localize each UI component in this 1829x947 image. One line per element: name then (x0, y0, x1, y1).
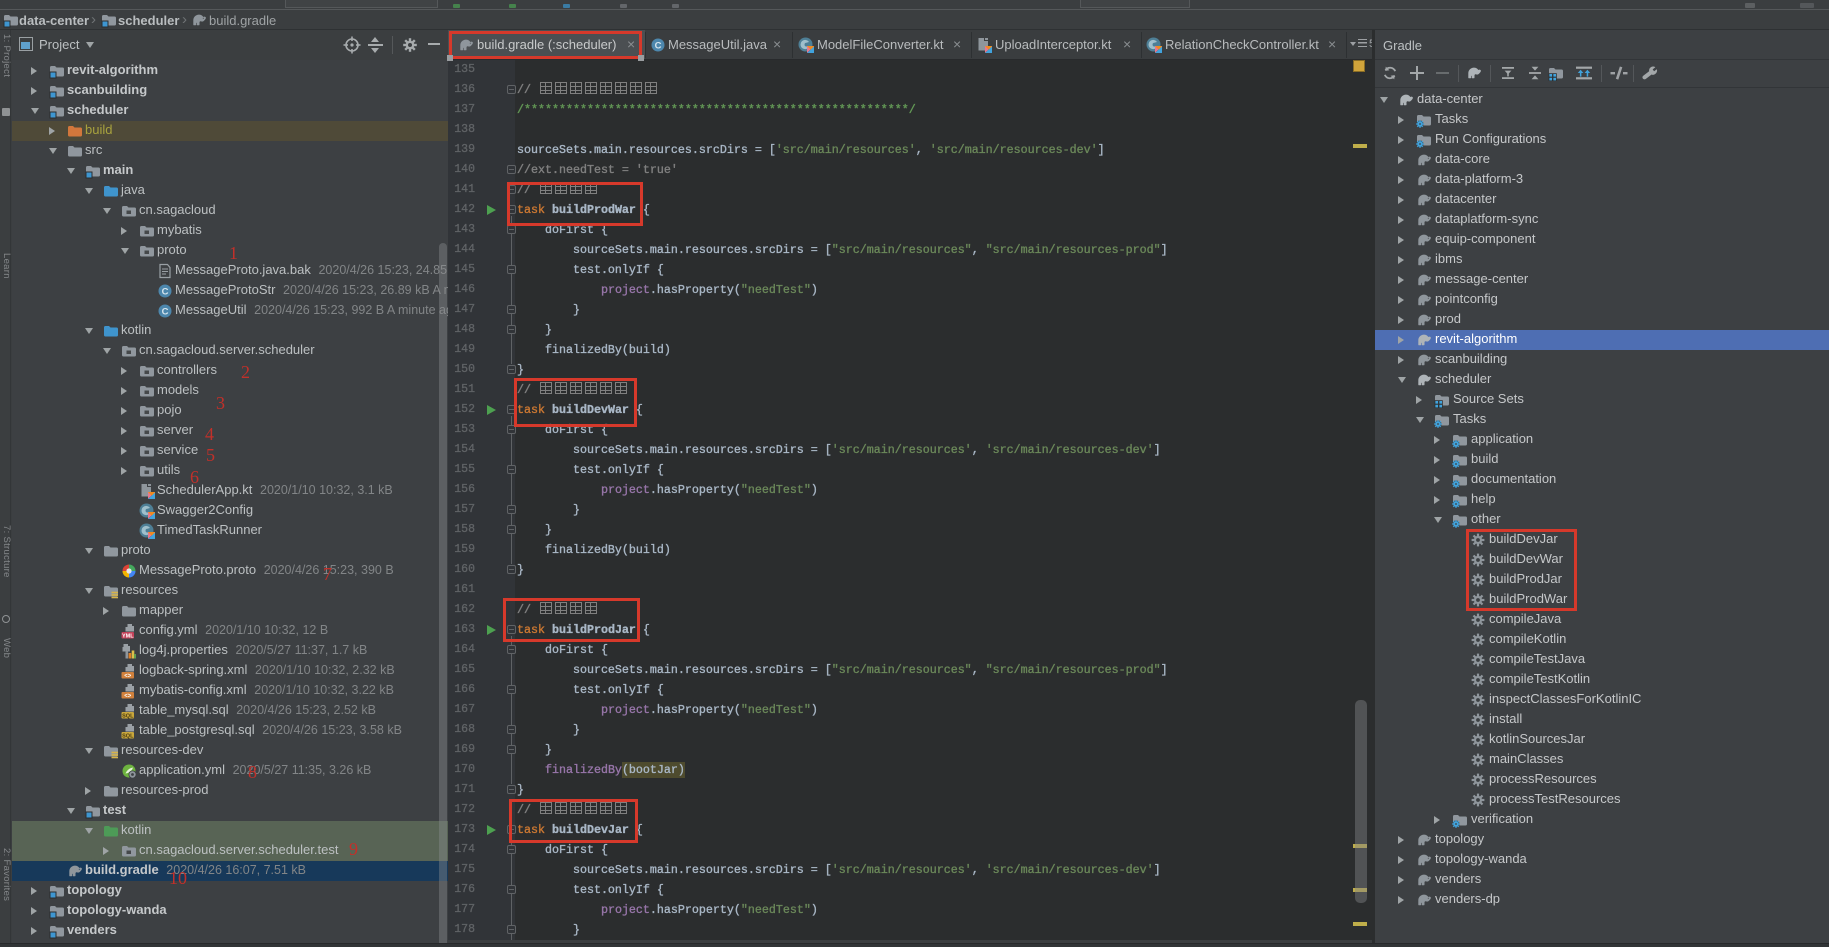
svg-text:C: C (162, 287, 169, 298)
svg-text:C: C (655, 41, 662, 52)
svg-text:YML: YML (122, 633, 134, 639)
svg-text:SQL: SQL (122, 733, 134, 739)
svg-text:SQL: SQL (122, 713, 134, 719)
svg-text:<>: <> (124, 674, 132, 679)
svg-text:<>: <> (124, 694, 132, 699)
svg-text:C: C (162, 307, 169, 318)
